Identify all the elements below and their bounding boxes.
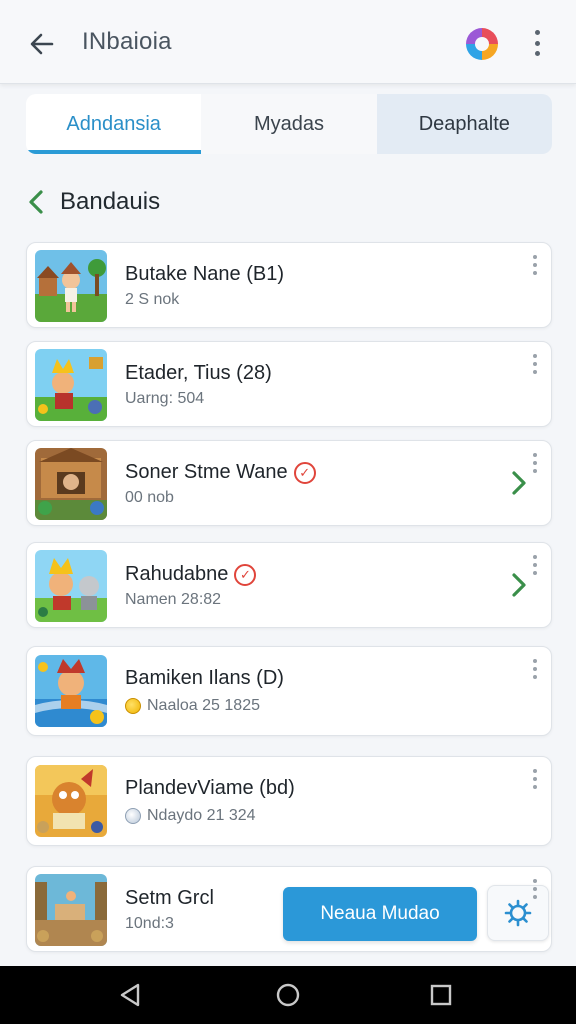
tab-deaphalte[interactable]: Deaphalte — [376, 94, 552, 154]
game-thumbnail — [35, 655, 107, 727]
game-card[interactable]: Etader, Tius (28) Uarng: 504 — [26, 341, 552, 427]
chevron-right-icon[interactable] — [507, 571, 531, 599]
square-recents-icon[interactable] — [426, 980, 456, 1010]
verified-badge-icon: ✓ — [234, 563, 257, 586]
card-more-icon[interactable] — [529, 879, 541, 899]
game-subtitle: Naaloa 25 1825 — [125, 697, 260, 715]
gear-icon — [504, 899, 532, 927]
app-bar: INbaioia — [0, 0, 576, 84]
game-subtitle: 00 nob — [125, 489, 174, 506]
arrow-left-icon — [30, 33, 54, 55]
game-card[interactable]: Bamiken Ilans (D) Naaloa 25 1825 — [26, 646, 552, 736]
back-button[interactable] — [22, 24, 62, 64]
verified-badge-icon: ✓ — [293, 461, 316, 484]
game-card[interactable]: Rahudabne ✓ Namen 28:82 — [26, 542, 552, 628]
game-name: Etader, Tius (28) — [125, 362, 272, 384]
game-name: Soner Stme Wane ✓ — [125, 461, 316, 484]
game-thumbnail — [35, 448, 107, 520]
chevron-left-icon — [29, 190, 43, 214]
tab-bar: Adndansia Myadas Deaphalte — [26, 94, 552, 154]
game-name: Setm Grcl — [125, 887, 214, 909]
game-subtitle: Ndaydo 21 324 — [125, 807, 256, 825]
gem-icon — [125, 808, 141, 824]
system-nav-bar — [0, 966, 576, 1024]
game-subtitle: 2 S nok — [125, 291, 180, 308]
game-name: Butake Nane (B1) — [125, 263, 284, 285]
more-vertical-icon[interactable] — [524, 26, 550, 60]
game-thumbnail — [35, 550, 107, 622]
game-name: Bamiken Ilans (D) — [125, 667, 284, 689]
card-more-icon[interactable] — [529, 354, 541, 374]
coin-icon — [125, 698, 141, 714]
game-card[interactable]: Setm Grcl 10nd:3 Neaua Mudao — [26, 866, 552, 952]
game-subtitle: Uarng: 504 — [125, 390, 205, 407]
triangle-back-icon[interactable] — [116, 980, 146, 1010]
game-name: PlandevViame (bd) — [125, 777, 295, 799]
game-subtitle: Namen 28:82 — [125, 591, 222, 608]
section-header: Bandauis — [26, 182, 160, 222]
tab-myadas[interactable]: Myadas — [201, 94, 377, 154]
card-more-icon[interactable] — [529, 555, 541, 575]
section-title: Bandauis — [60, 188, 161, 215]
game-name: Rahudabne ✓ — [125, 563, 257, 586]
game-card[interactable]: Butake Nane (B1) 2 S nok — [26, 242, 552, 328]
tab-adndansia[interactable]: Adndansia — [26, 94, 202, 154]
section-back-button[interactable] — [26, 182, 52, 222]
card-more-icon[interactable] — [529, 453, 541, 473]
circle-home-icon[interactable] — [273, 980, 303, 1010]
game-card[interactable]: Soner Stme Wane ✓ 00 nob — [26, 440, 552, 526]
app-logo-icon[interactable] — [466, 28, 498, 60]
chevron-right-icon[interactable] — [507, 469, 531, 497]
primary-action-button[interactable]: Neaua Mudao — [283, 887, 477, 941]
game-card[interactable]: PlandevViame (bd) Ndaydo 21 324 — [26, 756, 552, 846]
game-thumbnail — [35, 349, 107, 421]
game-thumbnail — [35, 765, 107, 837]
app-title: INbaioia — [82, 28, 172, 55]
game-thumbnail — [35, 250, 107, 322]
game-subtitle: 10nd:3 — [125, 915, 174, 932]
card-more-icon[interactable] — [529, 769, 541, 789]
card-more-icon[interactable] — [529, 255, 541, 275]
game-thumbnail — [35, 874, 107, 946]
card-more-icon[interactable] — [529, 659, 541, 679]
